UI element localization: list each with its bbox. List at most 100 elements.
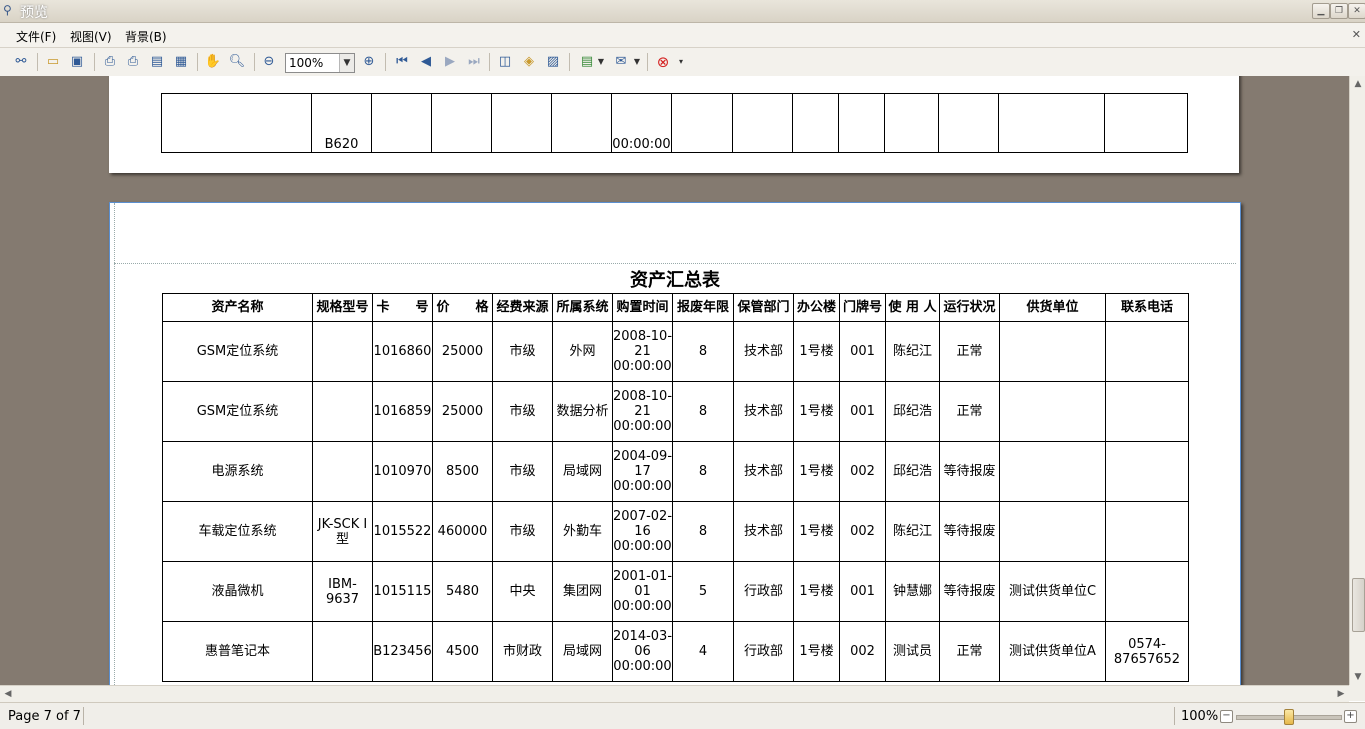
window-title: 预览 <box>20 5 48 21</box>
table-cell: 陈纪江 <box>885 501 940 562</box>
scroll-right-icon[interactable]: ▶ <box>1333 686 1349 702</box>
zoom-in-icon[interactable]: ⊕ <box>360 53 378 71</box>
close-button[interactable]: ✕ <box>1348 3 1365 19</box>
table-header-row: 资产名称 规格型号卡 号价 格经费来源 所属系统 购置时间 报废年限 保管部门 办公楼 门牌号… <box>162 293 1189 322</box>
scroll-up-icon[interactable]: ▲ <box>1350 76 1365 92</box>
vertical-scroll-thumb[interactable] <box>1352 578 1365 632</box>
table-cell: 0574-87657652 <box>1105 621 1189 682</box>
table-cell <box>884 93 939 153</box>
table-cell <box>312 621 373 682</box>
table-cell <box>371 93 432 153</box>
export-document-icon[interactable]: ▤ <box>578 53 596 71</box>
zoom-tool-icon[interactable]: 🔍︎ <box>228 53 246 71</box>
table-cell: 市级 <box>492 381 553 442</box>
menu-file[interactable]: 文件(F) <box>16 28 56 45</box>
table-cell: 等待报废 <box>939 501 1000 562</box>
maximize-button[interactable]: ❐ <box>1330 3 1348 19</box>
find-icon[interactable]: ⚯ <box>12 53 30 71</box>
chevron-down-icon[interactable]: ▼ <box>339 54 354 72</box>
table-cell <box>792 93 839 153</box>
table-cell <box>1105 321 1189 382</box>
scrollbar-corner <box>1349 685 1365 701</box>
print-setup-icon[interactable]: ⎙ <box>101 53 119 71</box>
column-header: 规格型号 <box>312 293 373 322</box>
table-cell: 行政部 <box>733 561 794 622</box>
chevron-down-icon[interactable]: ▼ <box>632 53 642 71</box>
column-header: 联系电话 <box>1105 293 1189 322</box>
horizontal-scrollbar[interactable]: ◀ ▶ <box>0 685 1349 702</box>
table-cell: 5 <box>672 561 734 622</box>
table-cell <box>1105 561 1189 622</box>
table-row: B620 00:00:00 <box>161 93 1188 153</box>
minimize-button[interactable]: ▁ <box>1312 3 1330 19</box>
table-cell: 1号楼 <box>793 501 840 562</box>
send-email-icon[interactable]: ✉ <box>612 53 630 71</box>
hand-tool-icon[interactable]: ✋ <box>204 53 222 71</box>
table-cell <box>838 93 885 153</box>
close-preview-icon[interactable]: ⊗ <box>654 53 672 71</box>
table-cell: 1016860 <box>372 321 433 382</box>
vertical-scrollbar[interactable]: ▲ ▼ <box>1349 76 1365 685</box>
save-icon[interactable]: ▣ <box>68 53 86 71</box>
prev-page-icon[interactable]: ◀ <box>417 53 435 71</box>
table-cell <box>312 321 373 382</box>
table-cell <box>312 441 373 502</box>
table-cell: 8 <box>672 381 734 442</box>
table-row: 液晶微机 IBM-9637 1015115 5480 中央 集团网 2001-01-01 0… <box>162 561 1189 622</box>
table-row: GSM定位系统 1016860 25000 市级 外网 2008-10-21 00:00:… <box>162 321 1189 382</box>
menu-close-icon[interactable]: ✕ <box>1352 28 1361 41</box>
zoom-combo[interactable]: 100% ▼ <box>285 53 355 73</box>
page-setup-icon[interactable]: ▤ <box>148 53 166 71</box>
table-cell <box>999 501 1106 562</box>
separator <box>385 53 386 71</box>
table-row: GSM定位系统 1016859 25000 市级 数据分析 2008-10-21 00:0… <box>162 381 1189 442</box>
table-cell: JK-SCK I 型 <box>312 501 373 562</box>
watermark-icon[interactable]: ▨ <box>544 53 562 71</box>
open-icon[interactable]: ▭ <box>44 53 62 71</box>
table-cell <box>1105 441 1189 502</box>
chevron-down-icon[interactable]: ▾ <box>676 53 686 71</box>
table-cell: 邱纪浩 <box>885 381 940 442</box>
zoom-slider-thumb[interactable] <box>1284 709 1294 725</box>
table-cell: 002 <box>839 621 886 682</box>
previous-page-table: B620 00:00:00 <box>161 93 1188 153</box>
table-cell <box>732 93 793 153</box>
menu-view[interactable]: 视图(V) <box>70 28 112 45</box>
separator <box>254 53 255 71</box>
column-header: 报废年限 <box>672 293 734 322</box>
separator <box>489 53 490 71</box>
zoom-plus-icon[interactable]: + <box>1344 710 1357 723</box>
separator <box>197 53 198 71</box>
zoom-minus-icon[interactable]: − <box>1220 710 1233 723</box>
first-page-icon[interactable]: ⏮ <box>393 53 411 71</box>
asset-table: 资产名称 规格型号卡 号价 格经费来源 所属系统 购置时间 报废年限 保管部门 办公楼 门牌号… <box>162 293 1189 682</box>
separator <box>1174 707 1175 725</box>
color-icon[interactable]: ◈ <box>520 53 538 71</box>
menu-bar: 文件(F) 视图(V) 背景(B) ✕ <box>0 23 1365 48</box>
scroll-down-icon[interactable]: ▼ <box>1350 669 1365 685</box>
next-page-icon[interactable]: ▶ <box>441 53 459 71</box>
table-cell: 数据分析 <box>552 381 613 442</box>
table-cell: 1号楼 <box>793 321 840 382</box>
page-layout-icon[interactable]: ◫ <box>496 53 514 71</box>
table-cell: 技术部 <box>733 501 794 562</box>
menu-background[interactable]: 背景(B) <box>125 28 167 45</box>
export-icon[interactable]: ▦ <box>172 53 190 71</box>
preview-workspace[interactable]: B620 00:00:00 资产汇总表 资产名称 规格型号卡 号价 格经费来源 所属系… <box>0 76 1349 685</box>
last-page-icon[interactable]: ⏭ <box>465 53 483 71</box>
print-icon[interactable]: ⎙ <box>124 53 142 71</box>
table-cell: 1号楼 <box>793 561 840 622</box>
column-header: 卡 号 <box>372 293 433 322</box>
table-cell: GSM定位系统 <box>162 381 313 442</box>
column-header: 资产名称 <box>162 293 313 322</box>
table-cell: 局域网 <box>552 621 613 682</box>
table-cell <box>671 93 733 153</box>
table-cell: 5480 <box>432 561 493 622</box>
chevron-down-icon[interactable]: ▼ <box>596 53 606 71</box>
table-cell: 1010970 <box>372 441 433 502</box>
table-cell: 4 <box>672 621 734 682</box>
column-header: 供货单位 <box>999 293 1106 322</box>
zoom-out-icon[interactable]: ⊖ <box>260 53 278 71</box>
table-cell: 邱纪浩 <box>885 441 940 502</box>
scroll-left-icon[interactable]: ◀ <box>0 686 16 702</box>
